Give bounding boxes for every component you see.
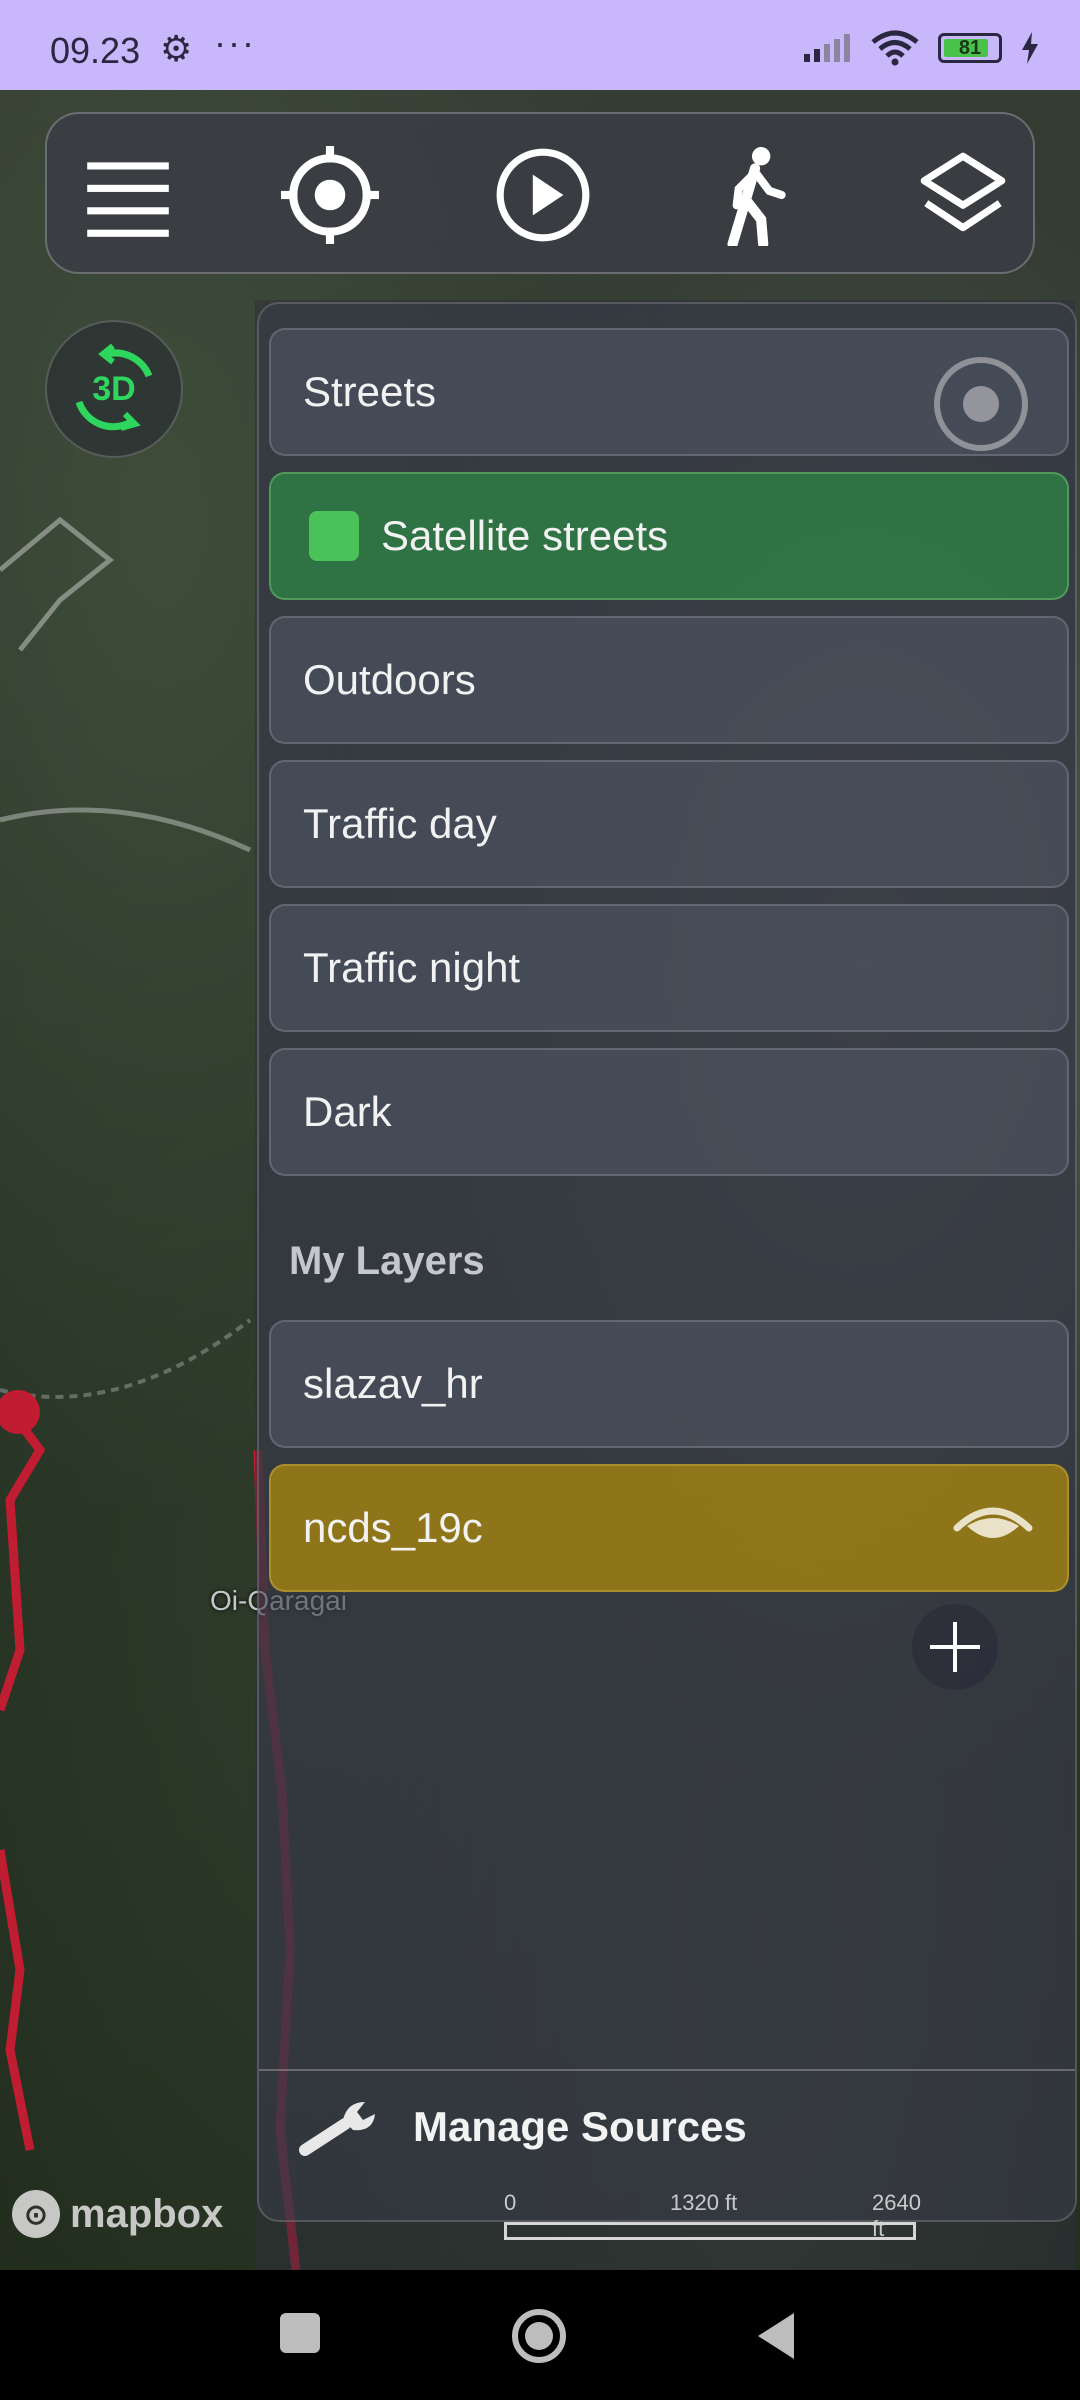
layer-option-outdoors[interactable]: Outdoors bbox=[269, 616, 1069, 744]
scale-tick: 0 bbox=[504, 2190, 517, 2215]
wifi-icon bbox=[871, 30, 919, 66]
layer-label: Streets bbox=[303, 368, 437, 415]
my-layers-title: My Layers bbox=[289, 1239, 485, 1283]
layers-panel: Streets Satellite streets Outdoors Traff… bbox=[257, 302, 1077, 2222]
layer-label: Traffic day bbox=[303, 800, 497, 847]
crosshair-icon[interactable] bbox=[279, 144, 381, 246]
back-triangle-icon[interactable] bbox=[748, 2305, 810, 2367]
scale-line bbox=[504, 2222, 916, 2240]
battery-icon: 81 bbox=[938, 33, 1002, 63]
panel-divider bbox=[259, 2069, 1075, 2071]
square-icon[interactable] bbox=[272, 2305, 334, 2367]
layers-icon[interactable] bbox=[912, 144, 1014, 246]
mapbox-icon: ⊙ bbox=[12, 2190, 60, 2238]
scale-bar: 0 1320 ft 2640 ft bbox=[500, 2190, 921, 2250]
circle-home-icon[interactable] bbox=[508, 2305, 570, 2367]
my-layer-ncds-19c[interactable]: ncds_19c bbox=[269, 1464, 1069, 1592]
scale-tick: 1320 ft bbox=[670, 2190, 738, 2215]
more-dots: ··· bbox=[214, 22, 256, 63]
eye-icon[interactable] bbox=[953, 1500, 1033, 1556]
layer-option-streets[interactable]: Streets bbox=[269, 328, 1069, 456]
status-bar: 09.23 ⚙ ··· 81 bbox=[0, 0, 1080, 90]
layer-label: Traffic night bbox=[303, 944, 521, 991]
walking-person-icon[interactable] bbox=[702, 144, 804, 250]
status-time: 09.23 bbox=[50, 30, 141, 71]
top-toolbar bbox=[45, 112, 1035, 274]
selected-check-icon bbox=[309, 511, 359, 561]
add-layer-button[interactable] bbox=[912, 1604, 998, 1690]
layer-option-satellite-streets[interactable]: Satellite streets bbox=[269, 472, 1069, 600]
plus-icon bbox=[930, 1622, 980, 1672]
radio-indicator-icon bbox=[934, 357, 1028, 451]
mapbox-logo[interactable]: ⊙ mapbox bbox=[12, 2190, 223, 2238]
manage-sources-label: Manage Sources bbox=[413, 2103, 747, 2150]
layer-label: Dark bbox=[303, 1088, 392, 1135]
hamburger-menu-icon[interactable] bbox=[77, 144, 179, 246]
3d-toggle-button[interactable]: 3D bbox=[45, 320, 183, 458]
layer-option-traffic-day[interactable]: Traffic day bbox=[269, 760, 1069, 888]
layer-option-traffic-night[interactable]: Traffic night bbox=[269, 904, 1069, 1032]
wrench-icon bbox=[299, 2102, 375, 2156]
layer-label: Outdoors bbox=[303, 656, 476, 703]
layer-label: slazav_hr bbox=[303, 1360, 483, 1407]
status-icons: 81 bbox=[802, 30, 1040, 66]
play-icon[interactable] bbox=[492, 144, 594, 246]
battery-level: 81 bbox=[958, 37, 982, 59]
gear-icon: ⚙ bbox=[160, 28, 193, 69]
signal-icon bbox=[804, 34, 850, 62]
my-layer-slazav-hr[interactable]: slazav_hr bbox=[269, 1320, 1069, 1448]
layer-label: ncds_19c bbox=[303, 1504, 483, 1551]
layer-option-dark[interactable]: Dark bbox=[269, 1048, 1069, 1176]
layer-label: Satellite streets bbox=[381, 512, 669, 559]
mapbox-attribution: mapbox bbox=[70, 2191, 224, 2236]
system-nav-bar bbox=[0, 2270, 1080, 2400]
3d-label: 3D bbox=[92, 370, 136, 408]
manage-sources-button[interactable]: Manage Sources bbox=[299, 2094, 747, 2160]
charging-icon bbox=[1022, 32, 1038, 64]
